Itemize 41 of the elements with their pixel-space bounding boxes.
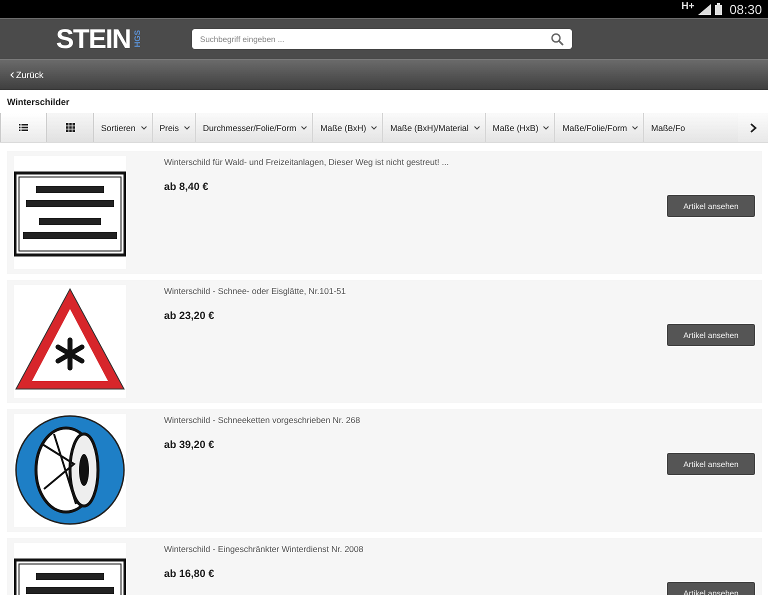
page-title: Winterschilder — [6, 96, 70, 109]
product-price: ab 39,20 € — [164, 439, 216, 451]
filter-dropdown[interactable]: Maße/Fo — [644, 113, 688, 142]
filter-dropdown[interactable]: Preis — [152, 113, 196, 142]
chevron-down-icon — [474, 126, 480, 130]
battery-icon — [715, 3, 722, 15]
network-type: H+ — [681, 1, 694, 12]
filter-dropdown[interactable]: Maße/Folie/Form — [555, 113, 644, 142]
search-field[interactable]: Suchbegriff eingeben ... — [192, 29, 572, 49]
product-title[interactable]: Winterschild für Wald- und Freizeitanlagen, Dieser Weg ist nicht gestreut! ... — [164, 157, 667, 167]
chevron-down-icon — [543, 126, 550, 130]
logo[interactable]: STEIN HGS — [56, 26, 154, 52]
product-title[interactable]: Winterschild - Schneeketten vorgeschrieben Nr. 268 — [164, 415, 667, 425]
chevron-down-icon — [140, 126, 146, 130]
chevron-down-icon — [632, 126, 638, 130]
view-article-button[interactable]: Artikel ansehen — [667, 195, 755, 217]
back-link[interactable]: Zurück — [10, 70, 44, 80]
chevron-right-icon — [750, 122, 756, 132]
clock: 08:30 — [729, 2, 762, 16]
view-article-button[interactable]: Artikel ansehen — [667, 453, 755, 475]
product-price: ab 16,80 € — [164, 568, 216, 580]
list-view-button[interactable] — [0, 113, 47, 142]
chevron-left-icon — [10, 72, 14, 78]
product-price: ab 8,40 € — [164, 181, 210, 193]
chevron-down-icon — [371, 126, 378, 130]
product-price: ab 23,20 € — [164, 310, 216, 322]
product-title[interactable]: Winterschild - Eingeschränkter Winterdienst Nr. 2008 — [164, 544, 667, 554]
filter-dropdown[interactable]: Durchmesser/Folie/Form — [196, 113, 314, 142]
product-title[interactable]: Winterschild - Schnee- oder Eisglätte, Nr.101-51 — [164, 286, 667, 296]
chevron-down-icon — [184, 126, 190, 130]
search-icon[interactable] — [551, 33, 564, 46]
filter-dropdown[interactable]: Maße (BxH) — [313, 113, 384, 142]
view-article-button[interactable]: Artikel ansehen — [667, 324, 755, 346]
filter-dropdown[interactable]: Sortieren — [94, 113, 152, 142]
grid-icon — [66, 123, 74, 132]
filter-dropdown[interactable]: Maße (HxB) — [486, 113, 556, 142]
grid-view-button[interactable] — [47, 113, 94, 142]
list-icon — [19, 124, 28, 131]
signal-icon — [698, 4, 712, 14]
filter-dropdown[interactable]: Maße (BxH)/Material — [383, 113, 486, 142]
chevron-down-icon — [301, 126, 308, 130]
